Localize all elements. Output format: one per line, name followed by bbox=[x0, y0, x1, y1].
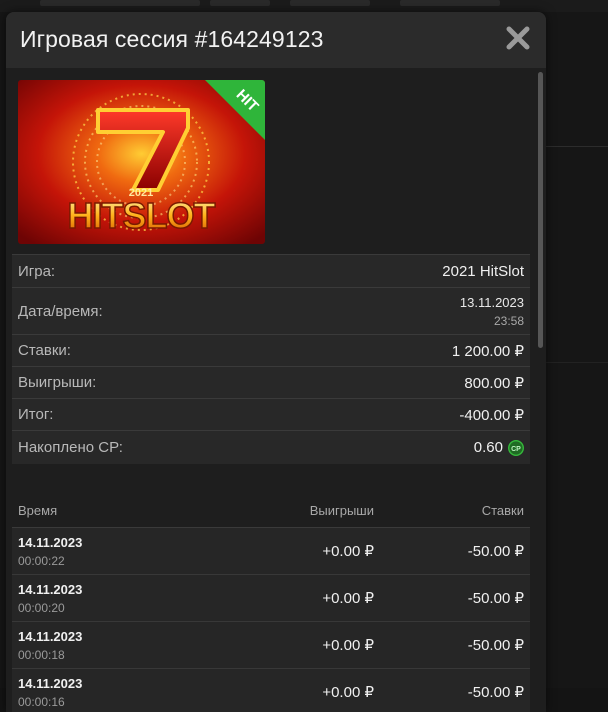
close-button[interactable] bbox=[502, 22, 534, 54]
table-row: 14.11.2023 00:00:22 +0.00 ₽ -50.00 ₽ bbox=[12, 528, 530, 575]
info-value-cp: 0.60 CP bbox=[474, 439, 524, 456]
row-bet: -50.00 ₽ bbox=[467, 590, 524, 607]
row-datetime: 14.11.2023 00:00:16 bbox=[18, 676, 218, 709]
row-date: 14.11.2023 bbox=[18, 675, 83, 691]
row-datetime: 14.11.2023 00:00:20 bbox=[18, 582, 218, 615]
game-logo-text: HITSLOT bbox=[68, 195, 216, 236]
row-datetime: 14.11.2023 00:00:18 bbox=[18, 629, 218, 662]
row-win: +0.00 ₽ bbox=[322, 637, 374, 654]
info-label: Выигрыши: bbox=[18, 374, 97, 391]
info-date: 13.11.2023 bbox=[459, 294, 524, 310]
info-value: 1 200.00 ₽ bbox=[451, 342, 524, 360]
scrollbar-thumb[interactable] bbox=[538, 72, 543, 348]
row-bet: -50.00 ₽ bbox=[467, 543, 524, 560]
info-value: -400.00 ₽ bbox=[459, 406, 524, 424]
row-date: 14.11.2023 bbox=[18, 628, 83, 644]
row-datetime: 14.11.2023 00:00:22 bbox=[18, 535, 218, 568]
info-time: 23:58 bbox=[493, 313, 524, 328]
info-row-datetime: Дата/время: 13.11.2023 23:58 bbox=[12, 287, 530, 334]
info-value: 800.00 ₽ bbox=[464, 374, 524, 392]
info-value: 2021 HitSlot bbox=[442, 262, 524, 280]
info-label: Дата/время: bbox=[18, 302, 103, 320]
info-label: Ставки: bbox=[18, 342, 71, 359]
table-header: Время Выигрыши Ставки bbox=[12, 493, 530, 528]
row-date: 14.11.2023 bbox=[18, 534, 83, 550]
table-row: 14.11.2023 00:00:18 +0.00 ₽ -50.00 ₽ bbox=[12, 622, 530, 669]
modal-body[interactable]: 2021 HITSLOT HIT Игра: 2021 HitSlot Дата… bbox=[6, 68, 546, 712]
row-time: 00:00:22 bbox=[18, 553, 65, 568]
background-divider bbox=[546, 146, 608, 147]
modal-title: Игровая сессия #164249123 bbox=[20, 26, 324, 52]
row-bet: -50.00 ₽ bbox=[467, 637, 524, 654]
game-session-modal: Игровая сессия #164249123 2021 HITSLOT H… bbox=[6, 12, 546, 712]
rounds-table: Время Выигрыши Ставки 14.11.2023 00:00:2… bbox=[12, 493, 530, 712]
row-bet: -50.00 ₽ bbox=[467, 684, 524, 701]
table-row: 14.11.2023 00:00:20 +0.00 ₽ -50.00 ₽ bbox=[12, 575, 530, 622]
info-row-bets: Ставки: 1 200.00 ₽ bbox=[12, 334, 530, 366]
row-time: 00:00:16 bbox=[18, 694, 65, 709]
column-header-time: Время bbox=[18, 502, 58, 518]
info-row-game: Игра: 2021 HitSlot bbox=[12, 254, 530, 287]
session-info: Игра: 2021 HitSlot Дата/время: 13.11.202… bbox=[12, 254, 530, 464]
info-row-wins: Выигрыши: 800.00 ₽ bbox=[12, 366, 530, 398]
svg-text:CP: CP bbox=[511, 445, 521, 452]
modal-header: Игровая сессия #164249123 bbox=[6, 12, 546, 68]
row-win: +0.00 ₽ bbox=[322, 590, 374, 607]
row-win: +0.00 ₽ bbox=[322, 684, 374, 701]
info-row-cp: Накоплено СР: 0.60 CP bbox=[12, 430, 530, 464]
row-time: 00:00:18 bbox=[18, 647, 65, 662]
column-header-wins: Выигрыши bbox=[309, 502, 374, 518]
info-value-datetime: 13.11.2023 23:58 bbox=[460, 295, 524, 328]
background-divider bbox=[546, 362, 608, 363]
info-row-total: Итог: -400.00 ₽ bbox=[12, 398, 530, 430]
row-time: 00:00:20 bbox=[18, 600, 65, 615]
info-label: Накоплено СР: bbox=[18, 439, 123, 456]
background-top-nav bbox=[0, 0, 608, 12]
column-header-bets: Ставки bbox=[481, 502, 524, 518]
cp-amount: 0.60 bbox=[473, 439, 503, 456]
info-label: Итог: bbox=[18, 406, 54, 423]
row-win: +0.00 ₽ bbox=[322, 543, 374, 560]
close-icon bbox=[506, 26, 530, 50]
cp-coin-icon: CP bbox=[508, 439, 524, 456]
row-date: 14.11.2023 bbox=[18, 581, 83, 597]
game-thumbnail[interactable]: 2021 HITSLOT HIT bbox=[18, 80, 265, 244]
table-row: 14.11.2023 00:00:16 +0.00 ₽ -50.00 ₽ bbox=[12, 669, 530, 712]
info-label: Игра: bbox=[18, 262, 56, 280]
